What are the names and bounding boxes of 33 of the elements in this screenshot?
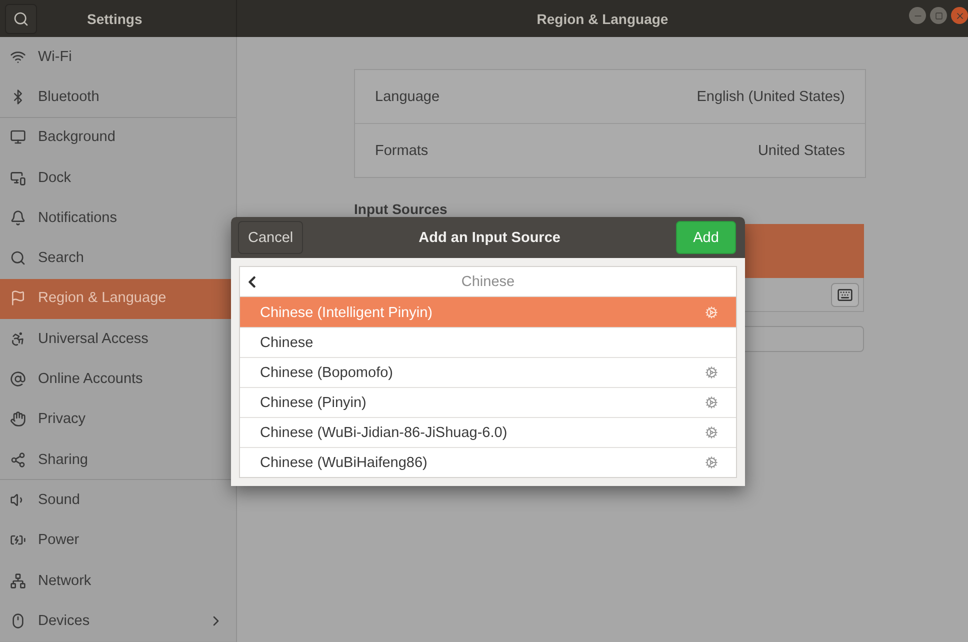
section-heading: Input Sources (354, 201, 448, 217)
sidebar-title: Settings (87, 10, 142, 26)
add-button[interactable]: Add (676, 221, 736, 254)
share-icon (10, 452, 26, 468)
setting-label: Formats (375, 142, 428, 158)
setting-label: Language (375, 88, 440, 104)
breadcrumb-label: Chinese (461, 274, 515, 290)
search-icon (13, 10, 29, 26)
bell-icon (10, 210, 26, 226)
keyboard-button[interactable] (831, 282, 859, 306)
square-icon (934, 12, 942, 20)
monitor-icon (10, 129, 26, 146)
search-icon (10, 250, 26, 266)
dialog-title: Add an Input Source (418, 230, 560, 246)
monitor-icon (10, 170, 26, 186)
window-title: Region & Language (536, 10, 668, 26)
setting-value[interactable]: English (United States) (696, 88, 845, 104)
search-button[interactable] (5, 4, 37, 34)
close-icon (954, 10, 964, 20)
flag-icon (10, 290, 26, 306)
hand-icon (10, 411, 26, 428)
accessibility-icon (10, 330, 26, 347)
at-sign-icon (10, 371, 26, 388)
cancel-button[interactable]: Cancel (238, 221, 304, 254)
keyboard-icon (837, 286, 853, 302)
wifi-icon (10, 48, 26, 65)
list-item[interactable]: Chinese (Intelligent Pinyin) (240, 297, 736, 327)
network-icon (10, 572, 26, 588)
setting-value[interactable]: United States (758, 142, 845, 158)
minimize-button[interactable] (909, 7, 926, 24)
maximize-button[interactable] (930, 7, 947, 24)
close-button[interactable] (951, 7, 968, 24)
mouse-icon (10, 612, 26, 629)
